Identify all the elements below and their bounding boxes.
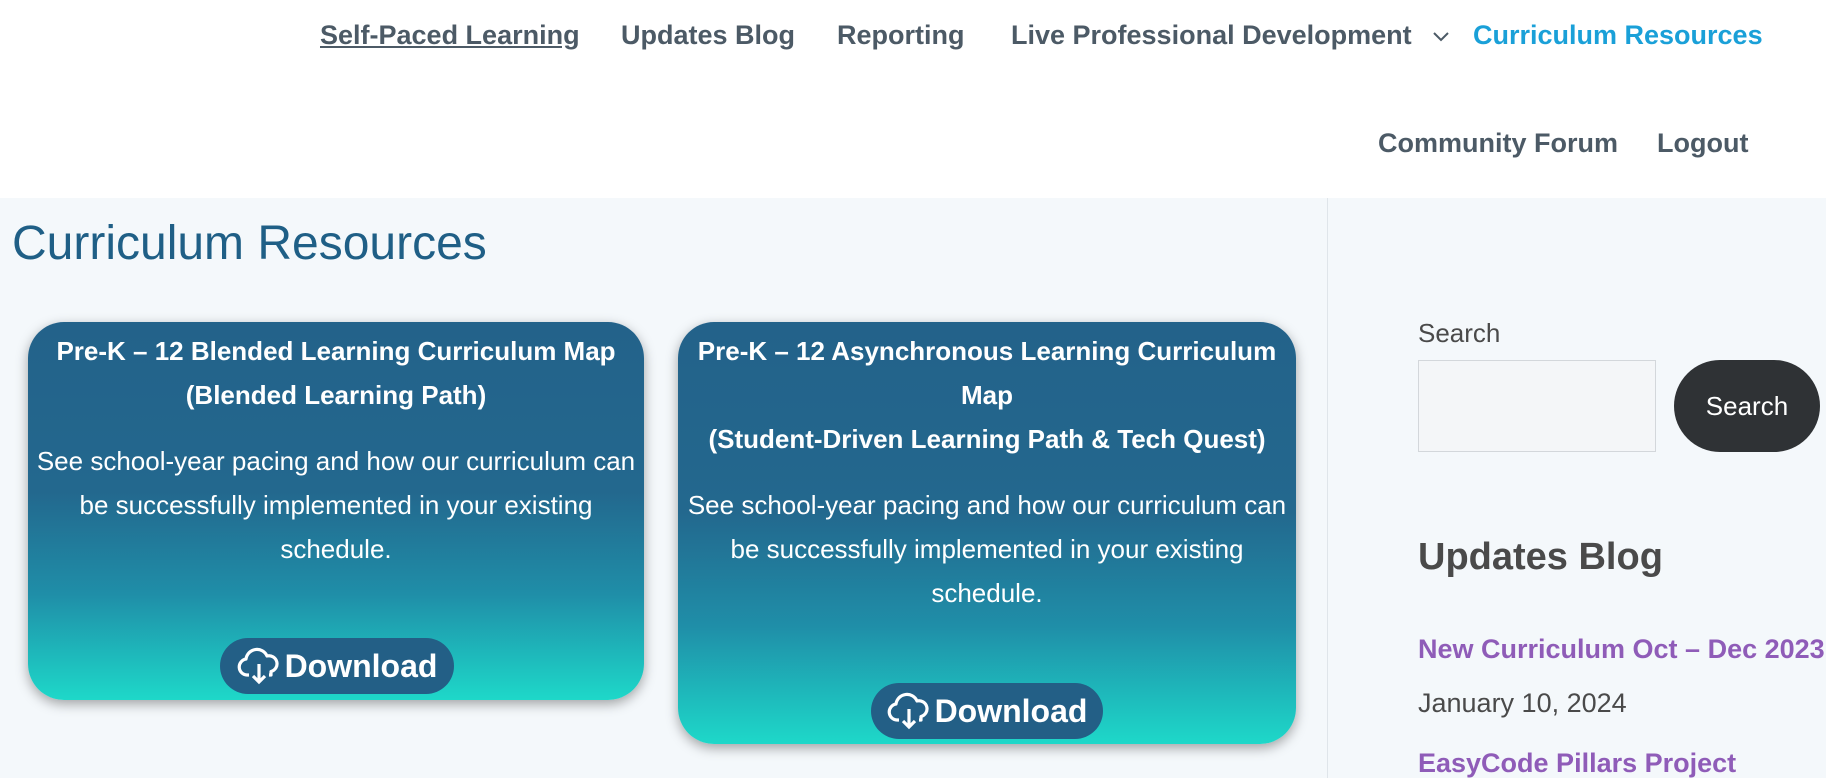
search-label: Search	[1418, 318, 1501, 348]
card-description-line: schedule.	[280, 534, 392, 564]
card-title-line: Map	[961, 380, 1013, 410]
cloud-download-icon	[887, 692, 929, 730]
card-title-line: Pre-K – 12 Asynchronous Learning Curricu…	[697, 336, 1277, 366]
card-title-line: (Blended Learning Path)	[185, 380, 487, 410]
chevron-down-icon	[1433, 32, 1449, 42]
card-description-line: be successfully implemented in your exis…	[730, 534, 1244, 564]
search-button[interactable]: Search	[1674, 360, 1820, 452]
card-description-line: See school-year pacing and how our curri…	[687, 490, 1287, 520]
card-title-line: (Student-Driven Learning Path & Tech Que…	[708, 424, 1266, 454]
nav-reporting[interactable]: Reporting	[837, 18, 965, 52]
download-button-label: Download	[284, 647, 438, 684]
cloud-download-icon	[237, 647, 279, 685]
curriculum-card-blended: Pre-K – 12 Blended Learning Curriculum M…	[28, 322, 644, 700]
nav-self-paced-learning[interactable]: Self-Paced Learning	[320, 18, 580, 52]
card-description-line: schedule.	[931, 578, 1043, 608]
sidebar-heading-updates-blog: Updates Blog	[1418, 536, 1663, 578]
download-button[interactable]: Download	[871, 683, 1103, 739]
nav-live-professional-development[interactable]: Live Professional Development	[1011, 18, 1449, 52]
page-title: Curriculum Resources	[12, 217, 487, 270]
nav-updates-blog[interactable]: Updates Blog	[621, 18, 795, 52]
card-description-line: be successfully implemented in your exis…	[79, 490, 593, 520]
curriculum-card-asynchronous: Pre-K – 12 Asynchronous Learning Curricu…	[678, 322, 1296, 744]
nav-curriculum-resources[interactable]: Curriculum Resources	[1473, 18, 1763, 52]
nav-live-pd-label: Live Professional Development	[1011, 20, 1412, 50]
blog-post-link[interactable]: New Curriculum Oct – Dec 2023	[1418, 632, 1825, 666]
site-header: Self-Paced Learning Updates Blog Reporti…	[0, 0, 1826, 198]
search-input[interactable]	[1418, 360, 1656, 452]
sidebar-divider	[1327, 198, 1328, 778]
card-description-line: See school-year pacing and how our curri…	[36, 446, 636, 476]
blog-post-date: January 10, 2024	[1418, 688, 1627, 718]
blog-post-link[interactable]: EasyCode Pillars Project	[1418, 746, 1736, 778]
nav-community-forum[interactable]: Community Forum	[1378, 126, 1618, 160]
download-button[interactable]: Download	[220, 638, 454, 694]
card-title-line: Pre-K – 12 Blended Learning Curriculum M…	[56, 336, 616, 366]
nav-logout[interactable]: Logout	[1657, 126, 1748, 160]
download-button-label: Download	[934, 692, 1088, 729]
